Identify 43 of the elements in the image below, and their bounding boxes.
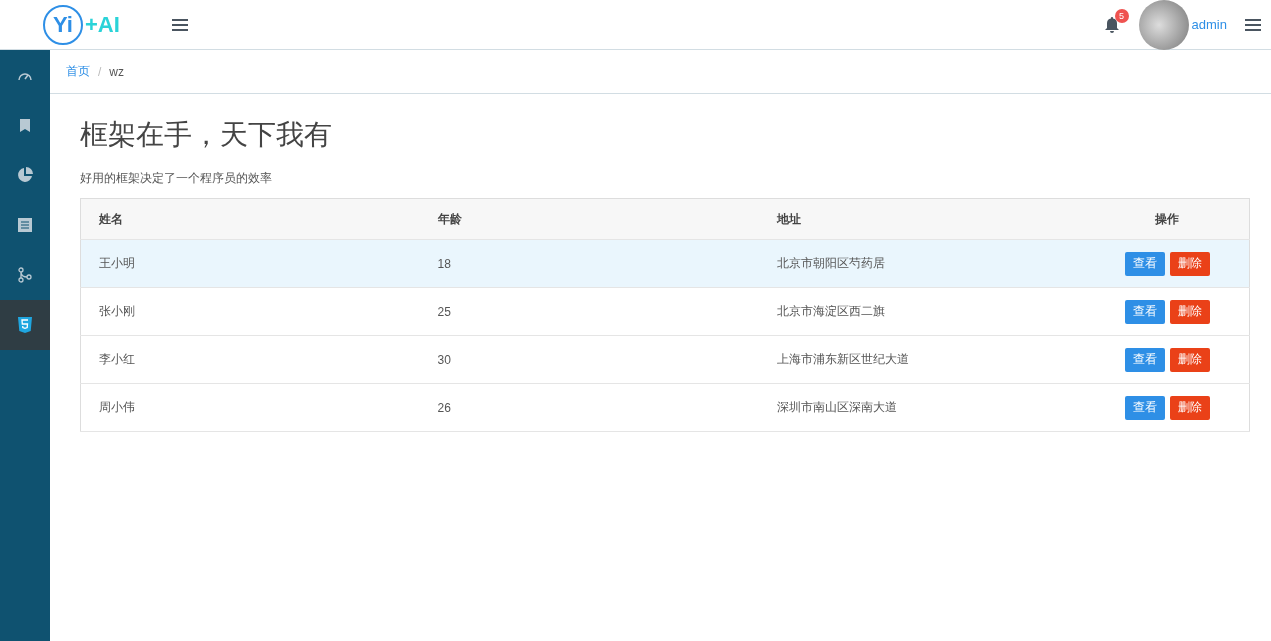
menu-icon <box>1245 17 1261 32</box>
table-cell: 王小明 <box>80 239 420 288</box>
table-cell: 上海市浦东新区世纪大道 <box>758 335 1086 384</box>
column-header: 年龄 <box>419 198 759 240</box>
page-title: 框架在手，天下我有 <box>80 118 333 152</box>
sidebar-item[interactable] <box>0 300 50 350</box>
page-subtitle: 好用的框架决定了一个程序员的效率 <box>80 170 273 187</box>
breadcrumb-link[interactable]: 首页 <box>66 63 90 80</box>
bell-icon <box>1104 16 1119 33</box>
logo-text: +AI <box>85 11 120 38</box>
delete-button[interactable]: 删除 <box>1169 347 1210 372</box>
column-header: 操作 <box>1085 198 1250 240</box>
logo-mark: Yi <box>43 4 83 45</box>
avatar <box>1138 0 1189 50</box>
delete-button[interactable]: 删除 <box>1169 395 1210 420</box>
branch-icon <box>18 267 32 283</box>
table-cell: 26 <box>419 383 759 432</box>
document-icon <box>18 218 32 232</box>
table-cell: 李小红 <box>80 335 420 384</box>
table-cell: 张小刚 <box>80 287 420 336</box>
view-button[interactable]: 查看 <box>1124 347 1165 372</box>
pie-chart-icon <box>17 167 33 183</box>
notification-badge: 5 <box>1114 8 1129 23</box>
table-cell: 30 <box>419 335 759 384</box>
table-cell: 深圳市南山区深南大道 <box>758 383 1086 432</box>
breadcrumb-separator: / <box>98 64 102 79</box>
column-header: 姓名 <box>80 198 420 240</box>
user-link[interactable]: admin <box>1191 17 1227 32</box>
delete-button[interactable]: 删除 <box>1169 299 1210 324</box>
breadcrumb-current: wz <box>109 64 124 79</box>
table-cell: 25 <box>419 287 759 336</box>
menu-icon <box>172 17 188 32</box>
column-header: 地址 <box>758 198 1086 240</box>
view-button[interactable]: 查看 <box>1124 299 1165 324</box>
table-cell: 周小伟 <box>80 383 420 432</box>
html5-icon <box>18 317 32 333</box>
bookmark-icon <box>20 118 30 132</box>
table-cell: 北京市海淀区西二旗 <box>758 287 1086 336</box>
table-cell: 18 <box>419 239 759 288</box>
view-button[interactable]: 查看 <box>1124 251 1165 276</box>
delete-button[interactable]: 删除 <box>1169 251 1210 276</box>
view-button[interactable]: 查看 <box>1124 395 1165 420</box>
table-cell: 北京市朝阳区芍药居 <box>758 239 1086 288</box>
